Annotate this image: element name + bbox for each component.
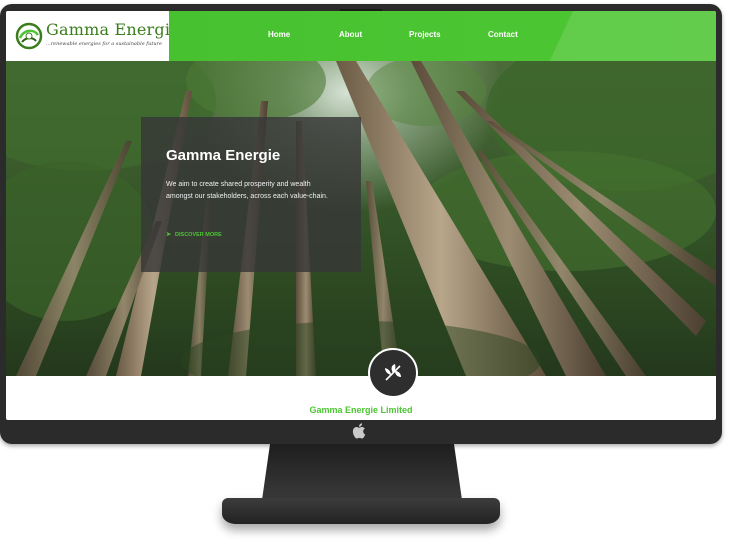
leaf-swirl-logo-icon bbox=[15, 22, 43, 50]
monitor-stand-base bbox=[222, 498, 500, 524]
nav-projects[interactable]: Projects bbox=[409, 30, 441, 39]
nav-contact[interactable]: Contact bbox=[488, 30, 518, 39]
logo-tagline: ...renewable energies for a sustainable … bbox=[46, 41, 162, 47]
logo-title: Gamma Energie bbox=[46, 20, 180, 39]
discover-more-link[interactable]: ➤ DISCOVER MORE bbox=[166, 231, 222, 238]
monitor-frame: Gamma Energie ...renewable energies for … bbox=[0, 4, 722, 444]
leaf-badge bbox=[368, 348, 418, 398]
apple-logo-icon bbox=[352, 423, 366, 439]
hero-card: Gamma Energie We aim to create shared pr… bbox=[141, 117, 361, 272]
hero-description: We aim to create shared prosperity and w… bbox=[166, 181, 328, 200]
site-header: Gamma Energie ...renewable energies for … bbox=[6, 11, 716, 61]
nav-about[interactable]: About bbox=[339, 30, 362, 39]
monitor-stand-neck bbox=[262, 444, 462, 500]
discover-more-label: DISCOVER MORE bbox=[175, 232, 222, 238]
leaf-icon bbox=[385, 364, 401, 381]
nav-home[interactable]: Home bbox=[268, 30, 290, 39]
hero-title: Gamma Energie bbox=[166, 147, 281, 164]
main-nav: Home About Projects Contact bbox=[169, 11, 716, 61]
website-screen: Gamma Energie ...renewable energies for … bbox=[6, 11, 716, 420]
section-heading: Gamma Energie Limited bbox=[309, 405, 413, 415]
arrow-right-icon: ➤ bbox=[166, 232, 172, 238]
hero-banner: Gamma Energie We aim to create shared pr… bbox=[6, 61, 716, 376]
forest-background-image bbox=[6, 61, 716, 376]
logo[interactable]: Gamma Energie ...renewable energies for … bbox=[6, 11, 180, 61]
